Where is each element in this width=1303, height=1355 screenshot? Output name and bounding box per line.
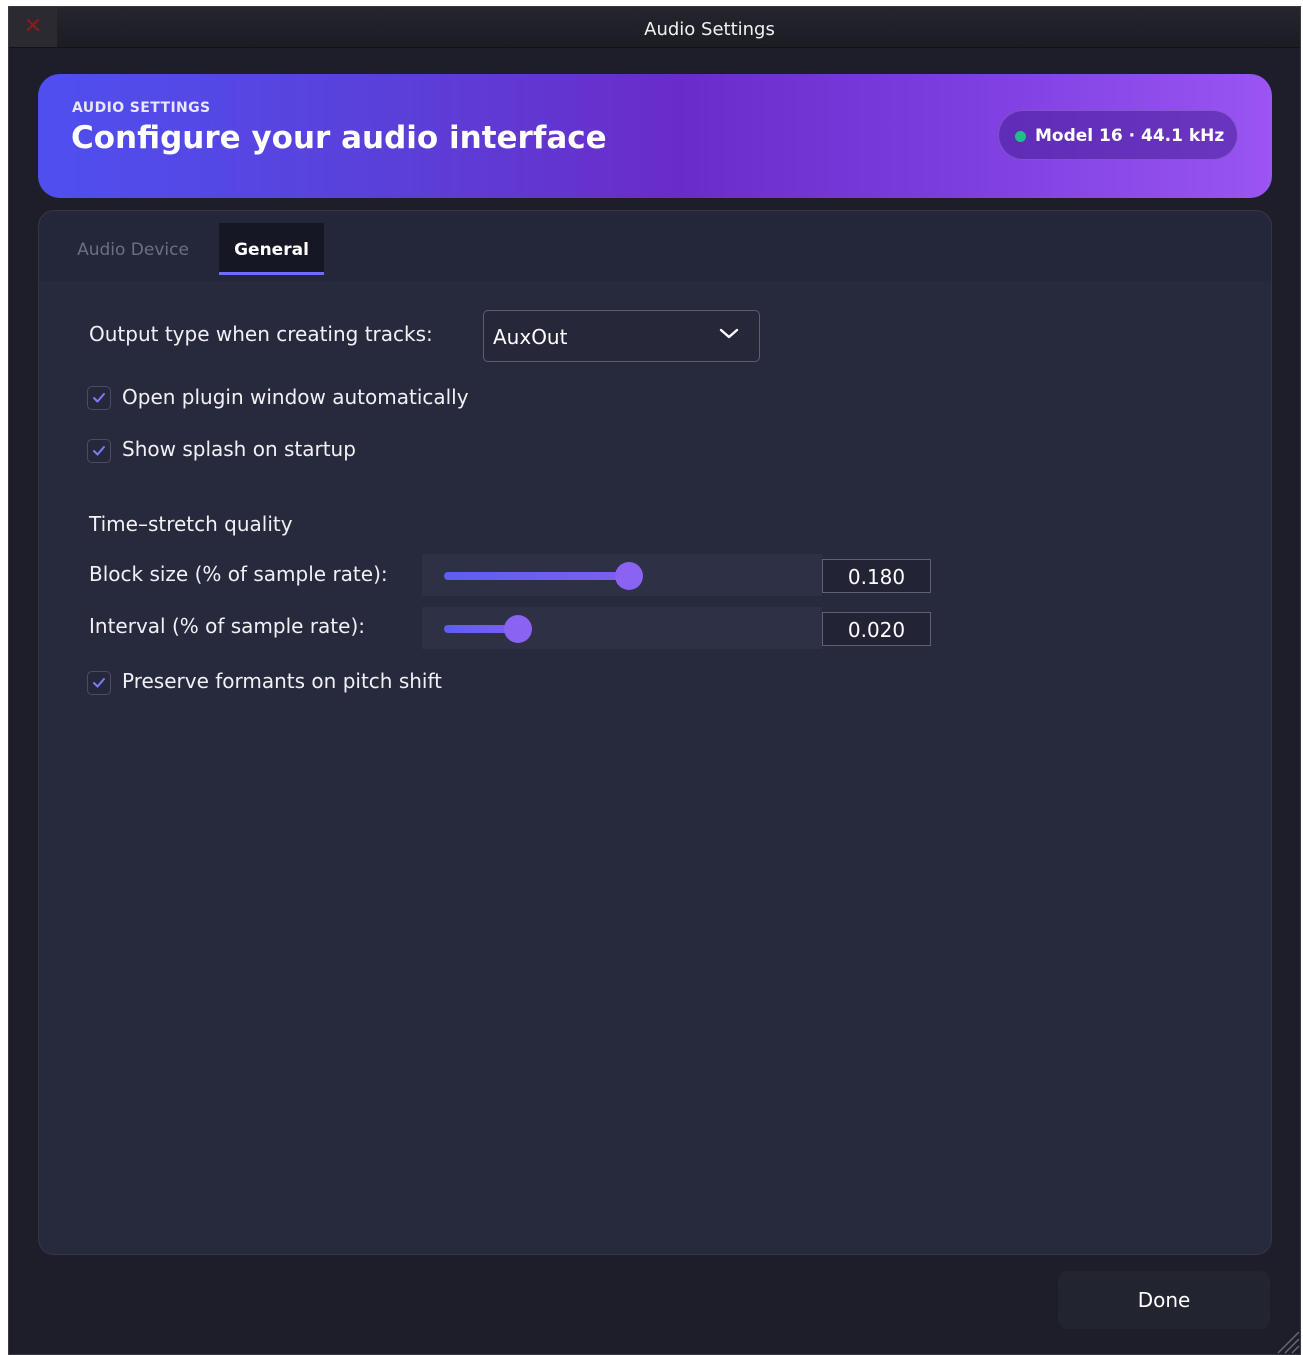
checkmark-icon [93, 393, 105, 403]
block-size-slider-thumb[interactable] [615, 562, 643, 590]
page-title: Configure your audio interface [71, 120, 607, 156]
interval-label: Interval (% of sample rate): [89, 614, 365, 638]
show-splash-checkbox[interactable] [87, 439, 111, 463]
banner-eyebrow: AUDIO SETTINGS [72, 100, 211, 116]
done-button[interactable]: Done [1058, 1271, 1270, 1329]
title-bar: ✕ Audio Settings [9, 7, 1300, 48]
time-stretch-heading: Time–stretch quality [89, 512, 293, 536]
show-splash-label: Show splash on startup [122, 437, 356, 461]
tab-bar: Audio Device General [39, 211, 1271, 281]
status-dot-icon [1015, 131, 1026, 142]
output-type-value: AuxOut [493, 325, 568, 349]
header-banner: AUDIO SETTINGS Configure your audio inte… [38, 74, 1272, 198]
interval-input[interactable]: 0.020 [822, 612, 931, 646]
preserve-formants-label: Preserve formants on pitch shift [122, 669, 442, 693]
block-size-slider-fill [444, 572, 629, 580]
resize-grip-icon[interactable] [1274, 1328, 1300, 1354]
checkmark-icon [93, 446, 105, 456]
output-type-label: Output type when creating tracks: [89, 322, 433, 346]
checkmark-icon [93, 678, 105, 688]
block-size-label: Block size (% of sample rate): [89, 562, 388, 586]
settings-panel: Audio Device General Output type when cr… [38, 210, 1272, 1255]
preserve-formants-checkbox[interactable] [87, 671, 111, 695]
device-status-text: Model 16 · 44.1 kHz [1035, 126, 1225, 146]
open-plugin-checkbox[interactable] [87, 386, 111, 410]
block-size-input[interactable]: 0.180 [822, 559, 931, 593]
window-title: Audio Settings [644, 19, 775, 40]
chevron-down-icon [719, 328, 739, 339]
open-plugin-label: Open plugin window automatically [122, 385, 469, 409]
output-type-select[interactable]: AuxOut [483, 310, 760, 362]
device-status-badge: Model 16 · 44.1 kHz [998, 110, 1238, 160]
tab-general[interactable]: General [219, 223, 324, 275]
tab-audio-device[interactable]: Audio Device [63, 223, 203, 275]
interval-slider-thumb[interactable] [504, 615, 532, 643]
audio-settings-window: ✕ Audio Settings AUDIO SETTINGS Configur… [8, 6, 1301, 1355]
